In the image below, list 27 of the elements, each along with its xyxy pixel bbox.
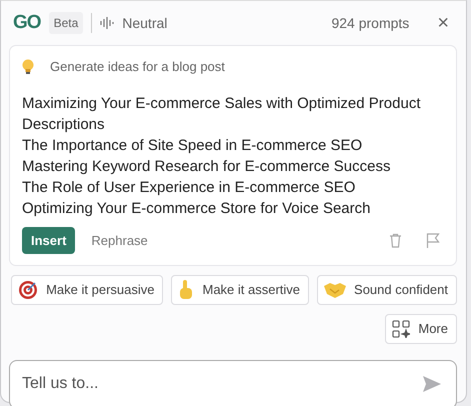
suggestion-chip[interactable]: Make it assertive [171,275,310,305]
close-button[interactable]: × [433,13,453,33]
beta-badge: Beta [48,12,84,34]
flag-icon[interactable] [426,232,440,248]
prompt-title: Generate ideas for a blog post [50,58,225,76]
idea-line: The Role of User Experience in E-commerce SEO [22,178,356,198]
tone-label[interactable]: Neutral [122,12,168,34]
lightbulb-icon [22,58,34,75]
voice-wave-icon [100,16,114,30]
more-button[interactable]: More [385,314,457,344]
idea-line: Optimizing Your E-commerce Store for Voice Search [22,198,372,218]
pointing-hand-icon [178,280,194,300]
idea-line: Maximizing Your E-commerce Sales with Optimized Product Descriptions [22,94,422,134]
prompt-count: 924 prompts [331,14,410,33]
target-icon [18,280,38,300]
trash-icon[interactable] [389,232,402,248]
grid-sparkle-icon [392,320,410,338]
suggestion-chip[interactable]: Sound confident [317,275,457,305]
logo: GO [13,10,41,35]
prompt-input[interactable]: Tell us to... [9,360,457,406]
idea-line: The Importance of Site Speed in E-commerce SEO [22,136,364,156]
handshake-icon [324,281,346,299]
rephrase-button[interactable]: Rephrase [83,226,156,254]
suggestion-chip[interactable]: Make it persuasive [11,275,164,305]
insert-button[interactable]: Insert [22,226,76,254]
send-icon[interactable] [423,376,441,392]
idea-line: Mastering Keyword Research for E-commerce Success [22,156,392,176]
